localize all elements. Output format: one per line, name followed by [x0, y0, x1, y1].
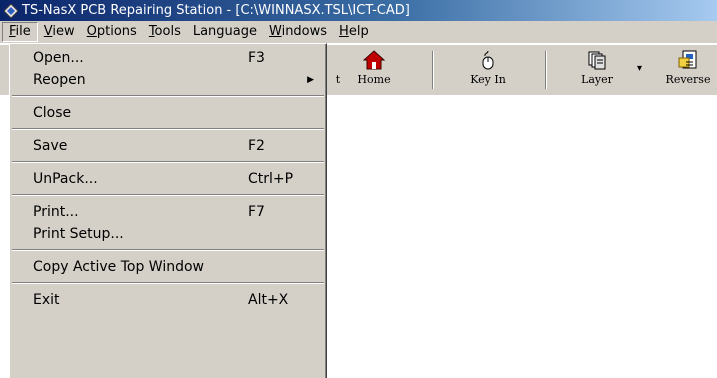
mouse-icon	[476, 49, 500, 71]
save-shortcut: F2	[248, 138, 265, 154]
menu-view[interactable]: View	[38, 22, 81, 42]
menu-options[interactable]: Options	[81, 22, 143, 42]
menu-file-rest: ile	[15, 24, 31, 39]
print-label: Print...	[33, 204, 79, 220]
menu-view-rest: iew	[52, 24, 75, 39]
menu-help[interactable]: Help	[333, 22, 375, 42]
app-diamond-icon	[4, 3, 18, 18]
menu-separator	[12, 249, 324, 251]
home-label: Home	[357, 73, 391, 86]
menu-tools-rest: ools	[154, 24, 181, 39]
layer-dropdown-arrow[interactable]: ▾	[637, 63, 642, 74]
print-shortcut: F7	[248, 204, 265, 220]
copy-window-label: Copy Active Top Window	[33, 259, 204, 275]
menu-item-print-setup[interactable]: Print Setup...	[10, 223, 326, 245]
menu-separator	[12, 128, 324, 130]
open-label: Open...	[33, 50, 84, 66]
menu-help-rest: elp	[348, 24, 369, 39]
home-button[interactable]: Home	[352, 49, 396, 91]
menu-language-label: Language	[192, 24, 257, 39]
menu-item-print[interactable]: Print... F7	[10, 201, 326, 223]
menu-language[interactable]: Language	[187, 22, 263, 42]
menu-separator	[12, 194, 324, 196]
menu-item-open[interactable]: Open... F3	[10, 47, 326, 69]
menu-separator	[12, 282, 324, 284]
partial-icon	[326, 49, 350, 71]
menu-separator	[12, 161, 324, 163]
key-in-label: Key In	[470, 73, 506, 86]
title-bar[interactable]: TS-NasX PCB Repairing Station - [C:\WINN…	[0, 0, 717, 21]
key-in-button[interactable]: Key In	[460, 49, 516, 91]
menu-item-reopen[interactable]: Reopen ▶	[10, 69, 326, 91]
home-icon	[362, 49, 386, 71]
reopen-label: Reopen	[33, 72, 86, 88]
file-menu-dropdown: Open... F3 Reopen ▶ Close Save F2 UnPack…	[9, 43, 327, 378]
menu-item-unpack[interactable]: UnPack... Ctrl+P	[10, 168, 326, 190]
layer-label: Layer	[581, 73, 613, 86]
menu-separator	[12, 95, 324, 97]
exit-label: Exit	[33, 292, 60, 308]
application-window: TS-NasX PCB Repairing Station - [C:\WINN…	[0, 0, 717, 378]
menu-options-accel: O	[86, 24, 97, 39]
menu-bar: File View Options Tools Language Windows…	[0, 21, 717, 44]
window-title: TS-NasX PCB Repairing Station - [C:\WINN…	[22, 3, 410, 18]
close-label: Close	[33, 105, 72, 121]
layers-icon	[585, 49, 609, 71]
reverse-label: Reverse	[665, 73, 711, 86]
menu-item-exit[interactable]: Exit Alt+X	[10, 289, 326, 311]
menu-tools[interactable]: Tools	[143, 22, 187, 42]
unpack-shortcut: Ctrl+P	[248, 171, 294, 187]
menu-windows-rest: indows	[281, 24, 328, 39]
menu-windows-accel: W	[269, 24, 282, 39]
toolbar-separator	[432, 51, 434, 89]
open-shortcut: F3	[248, 50, 265, 66]
menu-options-rest: ptions	[96, 24, 137, 39]
menu-item-close[interactable]: Close	[10, 102, 326, 124]
print-setup-label: Print Setup...	[33, 226, 124, 242]
reverse-icon	[676, 49, 700, 71]
unpack-label: UnPack...	[33, 171, 98, 187]
menu-help-accel: H	[339, 24, 349, 39]
menu-windows[interactable]: Windows	[263, 22, 333, 42]
toolbar-separator	[545, 51, 547, 89]
menu-file[interactable]: File	[2, 22, 38, 42]
reverse-button[interactable]: Reverse	[661, 49, 715, 91]
menu-item-save[interactable]: Save F2	[10, 135, 326, 157]
toolbar-partial-label: t	[335, 73, 341, 86]
submenu-arrow-icon: ▶	[307, 75, 314, 85]
menu-item-copy-active-top-window[interactable]: Copy Active Top Window	[10, 256, 326, 278]
layer-button[interactable]: Layer	[574, 49, 620, 91]
toolbar-partial-button[interactable]: t	[326, 49, 350, 91]
exit-shortcut: Alt+X	[248, 292, 289, 308]
save-label: Save	[33, 138, 68, 154]
